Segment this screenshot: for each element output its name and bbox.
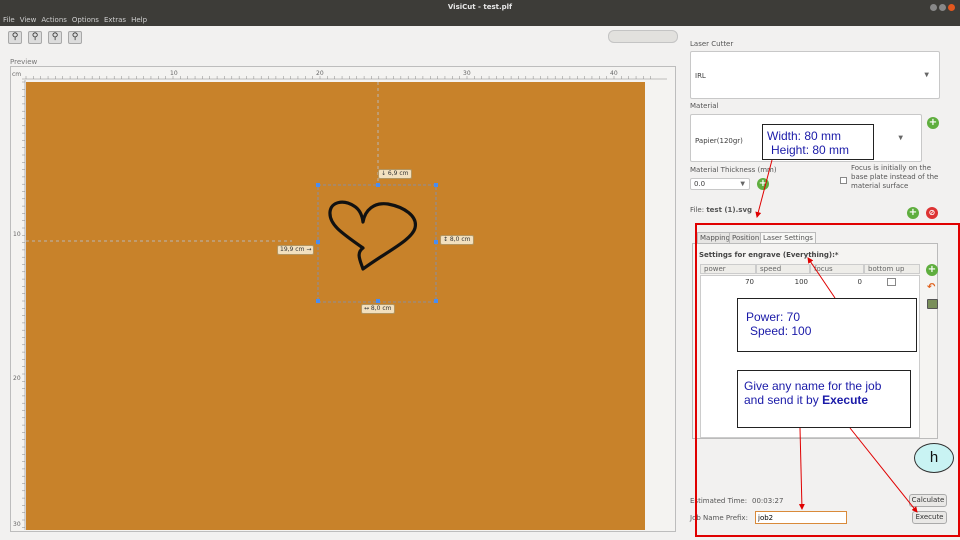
name-callout-line1: Give any name for the job [744,379,882,393]
power-callout: Power: 70 Speed: 100 [737,298,917,352]
annotation-arrows [755,159,918,513]
size-callout: Width: 80 mm Height: 80 mm [762,124,874,160]
power-callout-speed: Speed: 100 [750,324,812,338]
name-callout: Give any name for the job and send it by… [737,370,911,428]
step-badge: h [914,443,954,473]
name-callout-pre: and send it by [744,393,823,407]
name-callout-line2: and send it by Execute [744,393,904,407]
power-callout-power: Power: 70 [746,310,801,324]
name-callout-bold: Execute [822,393,869,407]
size-callout-width: Width: 80 mm [767,129,842,143]
size-callout-height: Height: 80 mm [771,143,850,157]
